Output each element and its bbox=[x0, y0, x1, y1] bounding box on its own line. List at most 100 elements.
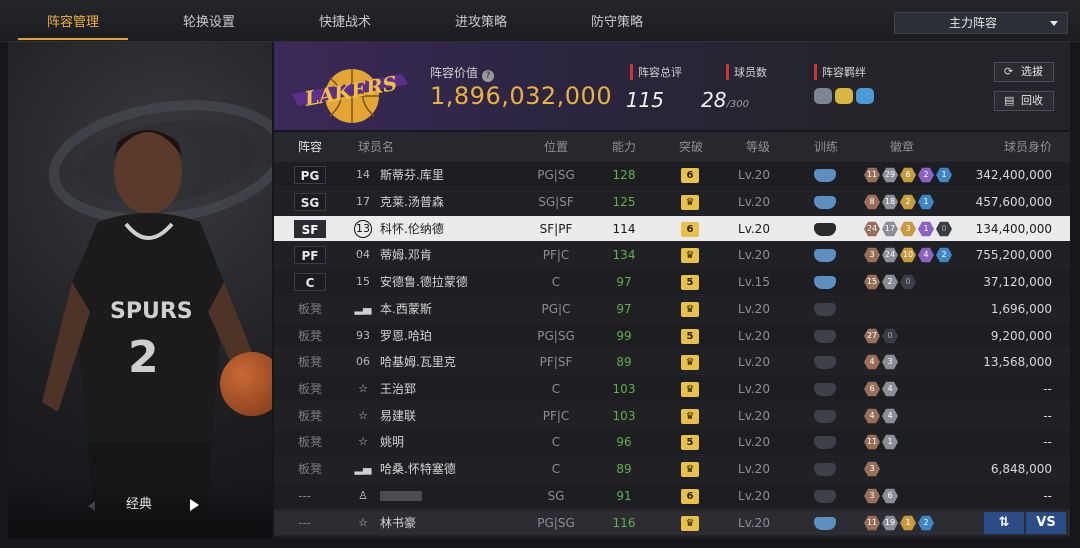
team-value-label: 阵容价值? bbox=[430, 64, 495, 82]
breakthrough-badge: 6 bbox=[681, 489, 699, 504]
vs-button[interactable]: VS bbox=[1026, 512, 1066, 534]
player-value: 6,848,000 bbox=[990, 462, 1052, 476]
table-row[interactable]: 板凳 93 罗恩.哈珀 PG|SG 99 5 Lv.20 27 0 9,200,000 bbox=[274, 323, 1070, 349]
tab-quick-tactics[interactable]: 快捷战术 bbox=[290, 0, 400, 40]
table-row[interactable]: PG 14 斯蒂芬.库里 PG|SG 128 6 Lv.20 11 29 6 2 1 342,400,0… bbox=[274, 162, 1070, 188]
col-level[interactable]: 等级 bbox=[746, 132, 770, 162]
table-row[interactable]: 板凳 ☆ 王治郅 C 103 ♛ Lv.20 6 4 -- bbox=[274, 376, 1070, 402]
col-breakthrough[interactable]: 突破 bbox=[679, 132, 703, 162]
training-shield-icon[interactable] bbox=[814, 276, 836, 289]
player-position: PG|SG bbox=[537, 329, 575, 343]
training-shield-icon[interactable] bbox=[814, 330, 836, 343]
team-rating-value: 115 bbox=[625, 88, 664, 112]
roster-table: 阵容 球员名 位置 能力 突破 等级 训练 徽章 球员身价 PG 14 斯蒂芬.库里… bbox=[274, 132, 1070, 538]
lineup-slot: SF bbox=[294, 220, 326, 238]
training-shield-icon[interactable] bbox=[814, 196, 836, 209]
draft-button[interactable]: ⟳ 选拔 bbox=[994, 62, 1054, 82]
breakthrough-badge: 6 bbox=[681, 222, 699, 237]
player-level: Lv.20 bbox=[738, 462, 770, 476]
player-ability: 89 bbox=[616, 355, 632, 369]
training-shield-icon[interactable] bbox=[814, 356, 836, 369]
table-row[interactable]: 板凳 ☆ 姚明 C 96 5 Lv.20 11 1 -- bbox=[274, 429, 1070, 455]
player-position: SG bbox=[547, 489, 565, 503]
team-bond-icons[interactable] bbox=[814, 88, 874, 104]
team-rating-label: 阵容总评 bbox=[630, 64, 682, 80]
training-shield-icon[interactable] bbox=[814, 223, 836, 236]
player-level: Lv.20 bbox=[738, 489, 770, 503]
badge-list[interactable]: 15 2 0 bbox=[864, 274, 916, 290]
table-row[interactable]: 板凳 ▂▄ 本.西蒙斯 PG|C 97 ♛ Lv.20 1,696,000 bbox=[274, 296, 1070, 322]
bond-blue-icon[interactable] bbox=[856, 88, 874, 104]
player-level: Lv.20 bbox=[738, 168, 770, 182]
tab-offense-strategy[interactable]: 进攻策略 bbox=[426, 0, 536, 40]
training-shield-icon[interactable] bbox=[814, 169, 836, 182]
table-row[interactable]: --- ☆ 林书豪 PG|SG 116 ♛ Lv.20 11 19 1 2 ⇅ VS bbox=[274, 510, 1070, 536]
table-row[interactable]: SF 13 科怀.伦纳德 SF|PF 114 6 Lv.20 24 17 3 1 0 134,400,0… bbox=[274, 216, 1070, 242]
badge-list[interactable]: 3 bbox=[864, 461, 880, 477]
badge-hex-icon: 1 bbox=[918, 221, 934, 237]
col-name[interactable]: 球员名 bbox=[358, 132, 394, 162]
player-position: C bbox=[551, 462, 561, 476]
top-tab-bar: 阵容管理 轮换设置 快捷战术 进攻策略 防守策略 主力阵容 bbox=[0, 0, 1080, 42]
player-position: C bbox=[551, 382, 561, 396]
badge-list[interactable]: 11 1 bbox=[864, 434, 898, 450]
bond-gold-icon[interactable] bbox=[835, 88, 853, 104]
training-shield-icon[interactable] bbox=[814, 303, 836, 316]
training-shield-icon[interactable] bbox=[814, 517, 836, 530]
col-ability[interactable]: 能力 bbox=[612, 132, 636, 162]
training-shield-icon[interactable] bbox=[814, 490, 836, 503]
badge-hex-icon: 11 bbox=[864, 434, 880, 450]
player-value: 9,200,000 bbox=[990, 329, 1052, 343]
badge-list[interactable]: 11 29 6 2 1 bbox=[864, 167, 952, 183]
col-position[interactable]: 位置 bbox=[544, 132, 568, 162]
badge-list[interactable]: 11 19 1 2 bbox=[864, 515, 934, 531]
badge-list[interactable]: 24 17 3 1 0 bbox=[864, 221, 952, 237]
badge-list[interactable]: 3 24 10 4 2 bbox=[864, 247, 952, 263]
breakthrough-crown-icon: ♛ bbox=[681, 195, 699, 210]
next-arrow-icon[interactable] bbox=[190, 499, 199, 511]
badge-list[interactable]: 43 bbox=[864, 354, 898, 370]
recycle-button[interactable]: ▤ 回收 bbox=[994, 91, 1054, 111]
player-level: Lv.20 bbox=[738, 248, 770, 262]
training-shield-icon[interactable] bbox=[814, 249, 836, 262]
badge-list[interactable]: 36 bbox=[864, 488, 898, 504]
table-row[interactable]: --- ♙ SG 91 6 Lv.20 3 6 -- bbox=[274, 483, 1070, 509]
col-badges[interactable]: 徽章 bbox=[890, 132, 914, 162]
col-lineup[interactable]: 阵容 bbox=[298, 132, 322, 162]
table-row[interactable]: SG 17 克莱.汤普森 SG|SF 125 ♛ Lv.20 8 18 2 1 457,600,000 bbox=[274, 189, 1070, 215]
badge-list[interactable]: 64 bbox=[864, 381, 898, 397]
player-ability: 99 bbox=[616, 329, 632, 343]
help-icon[interactable]: ? bbox=[482, 70, 495, 82]
table-row[interactable]: 板凳 ☆ 易建联 PF|C 103 ♛ Lv.20 4 4 -- bbox=[274, 403, 1070, 429]
training-shield-icon[interactable] bbox=[814, 463, 836, 476]
training-shield-icon[interactable] bbox=[814, 410, 836, 423]
card-style-label: 经典 bbox=[126, 497, 153, 512]
tab-lineup-management[interactable]: 阵容管理 bbox=[18, 0, 128, 40]
jersey-number: 15 bbox=[356, 275, 370, 288]
lineup-slot: --- bbox=[298, 489, 311, 503]
badge-list[interactable]: 8 18 2 1 bbox=[864, 194, 934, 210]
table-row[interactable]: C 15 安德鲁.德拉蒙德 C 97 5 Lv.15 15 2 0 37,120,000 bbox=[274, 269, 1070, 295]
table-row[interactable]: 板凳 06 哈基姆.瓦里克 PF|SF 89 ♛ Lv.20 4 3 13,568,000 bbox=[274, 349, 1070, 375]
training-shield-icon[interactable] bbox=[814, 436, 836, 449]
player-name: 克莱.汤普森 bbox=[380, 195, 444, 209]
signal-icon: ▂▄ bbox=[354, 302, 372, 315]
badge-list[interactable]: 44 bbox=[864, 408, 898, 424]
table-row[interactable]: PF 04 蒂姆.邓肯 PF|C 134 ♛ Lv.20 3 24 10 4 2 755,200,000 bbox=[274, 242, 1070, 268]
bond-silver-icon[interactable] bbox=[814, 88, 832, 104]
col-value[interactable]: 球员身价 bbox=[1004, 132, 1052, 162]
table-row[interactable]: 板凳 ▂▄ 哈桑.怀特塞德 C 89 ♛ Lv.20 3 6,848,000 bbox=[274, 456, 1070, 482]
chevron-down-icon bbox=[1050, 21, 1058, 26]
training-shield-icon[interactable] bbox=[814, 383, 836, 396]
swap-button[interactable]: ⇅ bbox=[984, 512, 1024, 534]
refresh-icon: ⟳ bbox=[1004, 65, 1014, 78]
col-training[interactable]: 训练 bbox=[814, 132, 838, 162]
tab-defense-strategy[interactable]: 防守策略 bbox=[562, 0, 672, 40]
badge-hex-icon: 1 bbox=[936, 167, 952, 183]
player-level: Lv.20 bbox=[738, 222, 770, 236]
previous-arrow-icon[interactable] bbox=[88, 501, 95, 511]
tab-rotation-settings[interactable]: 轮换设置 bbox=[154, 0, 264, 40]
lineup-dropdown[interactable]: 主力阵容 bbox=[894, 12, 1068, 34]
badge-hex-icon: 0 bbox=[900, 274, 916, 290]
badge-list[interactable]: 27 0 bbox=[864, 328, 898, 344]
